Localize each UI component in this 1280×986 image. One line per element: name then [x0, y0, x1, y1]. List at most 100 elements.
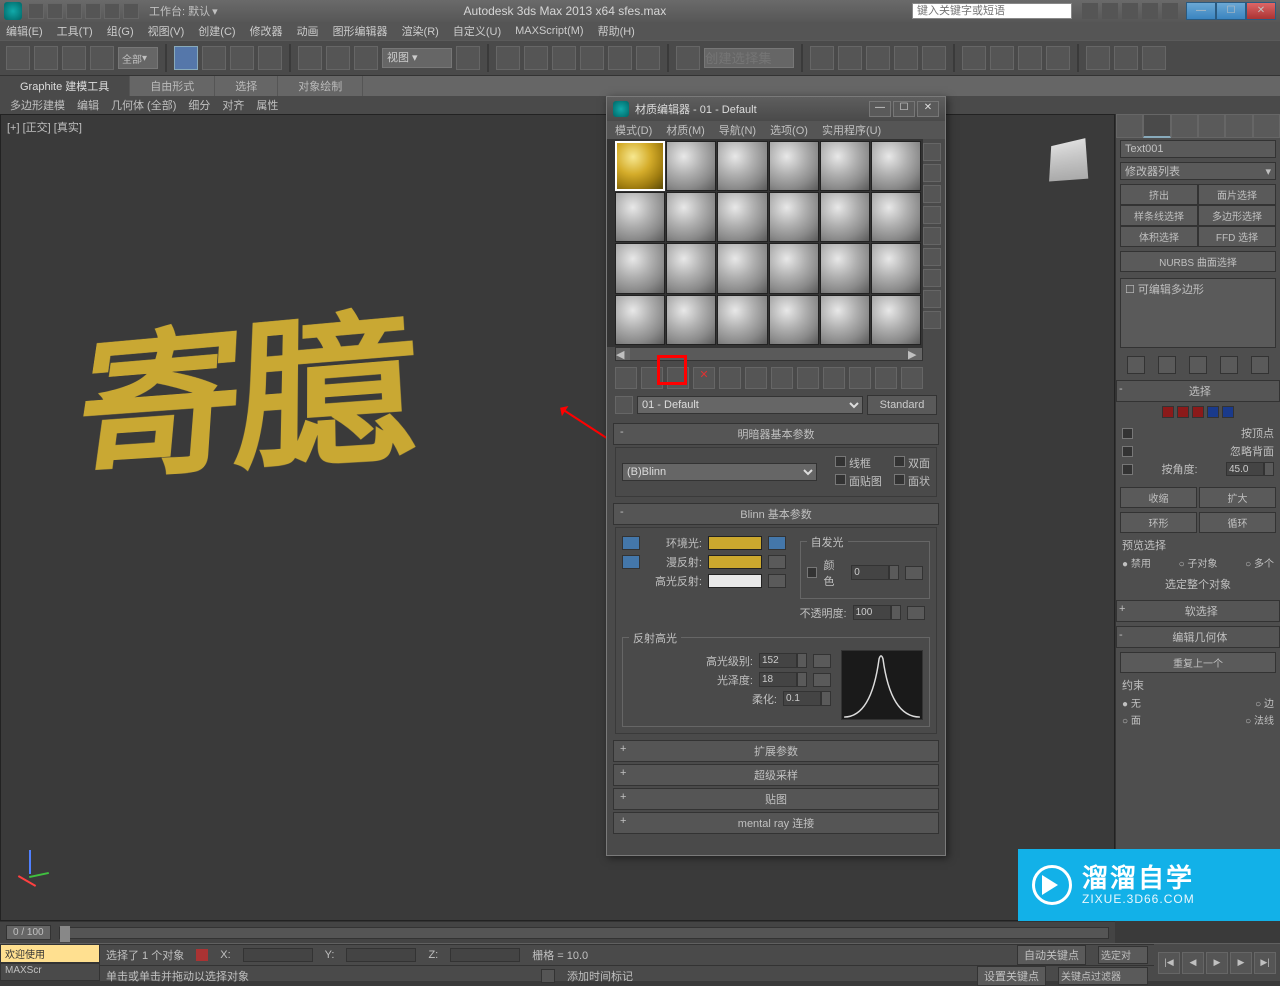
mat-slot-4[interactable] — [769, 141, 819, 191]
coord-y-input[interactable] — [346, 948, 416, 962]
cmd-tab-motion[interactable] — [1198, 114, 1225, 138]
redo-button[interactable] — [34, 46, 58, 70]
mat-slot-17[interactable] — [820, 243, 870, 293]
make-unique-icon[interactable] — [745, 367, 767, 389]
mat-slot-8[interactable] — [666, 192, 716, 242]
status-script[interactable]: MAXScr — [0, 963, 100, 981]
mat-slot-19[interactable] — [615, 295, 665, 345]
go-parent-icon[interactable] — [875, 367, 897, 389]
mat-menu-utils[interactable]: 实用程序(U) — [822, 122, 881, 138]
menu-animation[interactable]: 动画 — [297, 23, 319, 39]
play-prev-icon[interactable]: ◀ — [1182, 952, 1204, 974]
render-setup-button[interactable] — [990, 46, 1014, 70]
radio-c-normal[interactable]: ○ 法线 — [1245, 712, 1274, 727]
ad-lock-icon[interactable] — [768, 536, 786, 550]
named-selection-input[interactable] — [704, 48, 794, 68]
subobj-element-icon[interactable] — [1222, 406, 1234, 418]
window-close-button[interactable]: ✕ — [1246, 2, 1276, 20]
favorite-icon[interactable] — [1122, 3, 1138, 19]
backlight-icon[interactable] — [923, 164, 941, 182]
set-key-button[interactable]: 设置关键点 — [977, 966, 1046, 986]
stack-remove-icon[interactable] — [1220, 356, 1238, 374]
specular-swatch[interactable] — [708, 574, 762, 588]
rollout-mray-header[interactable]: +mental ray 连接 — [613, 812, 939, 834]
subobj-poly-icon[interactable] — [1207, 406, 1219, 418]
spinner-arrows-icon[interactable] — [1264, 462, 1274, 476]
mod-btn-spline[interactable]: 样条线选择 — [1120, 205, 1198, 226]
rollout-softsel-header[interactable]: +软选择 — [1116, 600, 1280, 622]
ribbon-sub-subdiv[interactable]: 细分 — [188, 97, 210, 113]
ribbon-sub-geometry[interactable]: 几何体 (全部) — [111, 97, 176, 113]
mat-slot-7[interactable] — [615, 192, 665, 242]
window-crossing-button[interactable] — [258, 46, 282, 70]
put-to-lib-icon[interactable] — [771, 367, 793, 389]
radio-pv-sub[interactable]: ○ 子对象 — [1179, 555, 1218, 570]
move-button[interactable] — [298, 46, 322, 70]
make-copy-icon[interactable] — [719, 367, 741, 389]
radio-c-none[interactable]: ● 无 — [1122, 695, 1141, 710]
undo-button[interactable] — [6, 46, 30, 70]
rollout-selection-header[interactable]: -选择 — [1116, 380, 1280, 402]
mat-slot-1[interactable] — [615, 141, 665, 191]
chk-2sided[interactable]: 双面 — [894, 455, 930, 471]
make-preview-icon[interactable] — [923, 248, 941, 266]
auto-key-button[interactable]: 自动关键点 — [1017, 945, 1086, 965]
pivot-button[interactable] — [456, 46, 480, 70]
menu-maxscript[interactable]: MAXScript(M) — [515, 25, 583, 37]
si-map-button[interactable] — [905, 566, 923, 580]
object-name-field[interactable]: Text001 — [1120, 140, 1276, 158]
align-button[interactable] — [838, 46, 862, 70]
workspace-label[interactable]: 工作台: 默认 — [149, 3, 210, 19]
rollout-shader-header[interactable]: -明暗器基本参数 — [613, 423, 939, 445]
rollout-super-header[interactable]: +超级采样 — [613, 764, 939, 786]
btn-ring[interactable]: 环形 — [1120, 512, 1197, 533]
rotate-button[interactable] — [326, 46, 350, 70]
mod-btn-volume[interactable]: 体积选择 — [1120, 226, 1198, 247]
select-object-button[interactable] — [174, 46, 198, 70]
time-slider-thumb[interactable] — [60, 926, 70, 942]
mat-menu-material[interactable]: 材质(M) — [666, 122, 705, 138]
unlink-button[interactable] — [90, 46, 114, 70]
mat-slot-15[interactable] — [717, 243, 767, 293]
mat-slot-6[interactable] — [871, 141, 921, 191]
radio-c-edge[interactable]: ○ 边 — [1255, 695, 1274, 710]
mat-slot-3[interactable] — [717, 141, 767, 191]
angle-snap-button[interactable] — [580, 46, 604, 70]
specular-map-button[interactable] — [768, 574, 786, 588]
infocenter-icon[interactable] — [1082, 3, 1098, 19]
menu-create[interactable]: 创建(C) — [198, 23, 235, 39]
qa-new-icon[interactable] — [28, 3, 44, 19]
time-slider[interactable]: 0 / 100 — [0, 921, 1115, 943]
show-end-icon[interactable] — [849, 367, 871, 389]
angle-spinner[interactable] — [1226, 462, 1264, 476]
manipulate-button[interactable] — [496, 46, 520, 70]
stack-item[interactable]: ☐ 可编辑多边形 — [1125, 281, 1271, 297]
mat-slot-10[interactable] — [769, 192, 819, 242]
mat-slot-16[interactable] — [769, 243, 819, 293]
put-to-scene-icon[interactable] — [641, 367, 663, 389]
diffuse-map-button[interactable] — [768, 555, 786, 569]
mat-slot-13[interactable] — [615, 243, 665, 293]
percent-snap-button[interactable] — [608, 46, 632, 70]
ribbon-tab-paint[interactable]: 对象绘制 — [278, 76, 363, 96]
mat-slot-12[interactable] — [871, 192, 921, 242]
btn-loop[interactable]: 循环 — [1199, 512, 1276, 533]
key-filter-dropdown[interactable]: 关键点过滤器 — [1058, 967, 1148, 985]
stack-unique-icon[interactable] — [1189, 356, 1207, 374]
subobj-border-icon[interactable] — [1192, 406, 1204, 418]
ribbon-sub-props[interactable]: 属性 — [256, 97, 278, 113]
layers-button[interactable] — [866, 46, 890, 70]
rollout-ext-header[interactable]: +扩展参数 — [613, 740, 939, 762]
key-mode-dropdown[interactable]: 选定对 — [1098, 946, 1148, 964]
mat-id-icon[interactable] — [797, 367, 819, 389]
ribbon-sub-polymodel[interactable]: 多边形建模 — [10, 97, 65, 113]
rollout-editgeo-header[interactable]: -编辑几何体 — [1116, 626, 1280, 648]
ambient-swatch[interactable] — [708, 536, 762, 550]
chk-ignore-bf[interactable] — [1122, 446, 1133, 457]
cmd-tab-utilities[interactable] — [1253, 114, 1280, 138]
ambient-lock-icon[interactable] — [622, 536, 640, 550]
app-logo-icon[interactable] — [4, 2, 22, 20]
material-name-dropdown[interactable]: 01 - Default — [637, 396, 863, 414]
spinner-arrows-icon[interactable] — [797, 672, 807, 687]
spinner-arrows-icon[interactable] — [821, 691, 831, 706]
